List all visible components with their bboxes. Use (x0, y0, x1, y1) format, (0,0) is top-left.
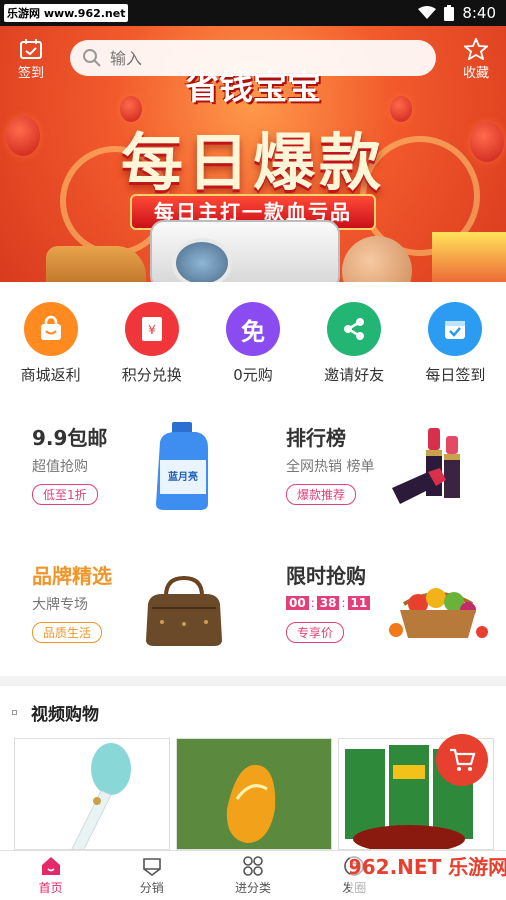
banner-headline: 每日爆款 (120, 126, 385, 199)
promo-tag: 专享价 (286, 622, 345, 643)
main-content: 商城返利 ¥ 积分兑换 免 0元购 邀请好友 每日签到 9.9包邮 超值抢购 低… (0, 282, 506, 676)
favorite-button[interactable]: 收藏 (456, 38, 496, 81)
promo-subtitle: 超值抢购 (32, 459, 88, 475)
top-bar: 签到 收藏 (0, 34, 506, 82)
home-icon (41, 857, 60, 875)
category-zero-yuan[interactable]: 免 0元购 (208, 302, 298, 385)
promo-title: 限时抢购 (286, 564, 366, 588)
watermark-text: 962.NET 乐游网 (350, 855, 506, 879)
svg-text:蓝月亮: 蓝月亮 (168, 470, 198, 483)
section-header: 视频购物 (12, 700, 99, 725)
tab-home[interactable]: 首页 (0, 851, 101, 900)
favorite-label: 收藏 (462, 66, 489, 81)
calendar-check-icon (428, 302, 483, 356)
calendar-icon (20, 39, 42, 59)
site-watermark: 962.NET 乐游网 (350, 852, 506, 896)
star-icon (464, 38, 488, 60)
washing-machine-product-image (150, 220, 340, 282)
checkin-label: 签到 (17, 66, 44, 81)
search-input[interactable] (110, 48, 170, 68)
category-label: 每日签到 (425, 366, 486, 384)
video-card[interactable] (14, 738, 170, 850)
tab-distribution[interactable]: 分销 (101, 851, 202, 900)
category-label: 商城返利 (20, 366, 81, 384)
video-card[interactable] (176, 738, 332, 850)
countdown-hours: 00 (286, 596, 309, 610)
category-label: 积分兑换 (121, 366, 182, 384)
gift-box-product-image (432, 232, 506, 282)
promo-title: 9.9包邮 (32, 426, 108, 450)
wifi-icon (418, 6, 437, 19)
bag-icon (23, 302, 78, 356)
category-row: 商城返利 ¥ 积分兑换 免 0元购 邀请好友 每日签到 (0, 302, 506, 385)
red-envelope-icon: ¥ (124, 302, 179, 356)
svg-text:¥: ¥ (148, 323, 156, 337)
status-bar-source-label: 乐游网 www.962.net (4, 4, 129, 22)
share-icon (327, 302, 382, 356)
search-bar[interactable] (70, 40, 436, 76)
silicone-spoon-image (71, 743, 131, 849)
cart-icon (450, 748, 476, 771)
section-divider (0, 676, 506, 686)
promo-tag: 低至1折 (32, 484, 98, 505)
category-invite-friends[interactable]: 邀请好友 (309, 302, 399, 385)
category-grid-icon (243, 856, 263, 876)
video-shopping-section: 视频购物 (0, 686, 506, 850)
tab-label: 进分类 (235, 881, 272, 895)
tab-category[interactable]: 进分类 (202, 851, 303, 900)
promo-subtitle: 全网热销 榜单 (286, 459, 375, 475)
category-daily-checkin[interactable]: 每日签到 (410, 302, 500, 385)
lipstick-image (392, 428, 460, 504)
search-icon (83, 49, 101, 67)
countdown-minutes: 38 (316, 596, 340, 610)
boot-product-image (46, 246, 146, 282)
tab-label: 首页 (38, 881, 63, 895)
category-points-exchange[interactable]: ¥ 积分兑换 (107, 302, 197, 385)
promo-tag: 爆款推荐 (286, 484, 357, 505)
battery-icon (444, 5, 455, 21)
status-bar-right: 8:40 (418, 4, 496, 22)
promo-title: 品牌精选 (32, 564, 112, 588)
status-bar-time: 8:40 (462, 4, 496, 22)
category-shop-rebate[interactable]: 商城返利 (6, 302, 96, 385)
category-label: 邀请好友 (324, 366, 385, 384)
checkin-button[interactable]: 签到 (11, 38, 51, 81)
status-bar: 乐游网 www.962.net 8:40 (0, 0, 506, 26)
promo-tag: 品质生活 (32, 622, 103, 643)
countdown-timer: 00: 38: 11 (286, 596, 371, 610)
detergent-bottle-image: 蓝月亮 (156, 422, 208, 510)
section-marker-icon (12, 710, 17, 715)
section-title: 视频购物 (31, 705, 99, 725)
shopping-cart-button[interactable] (436, 734, 488, 786)
promo-subtitle: 大牌专场 (32, 597, 88, 613)
category-label: 0元购 (233, 366, 273, 384)
tab-label: 分销 (139, 881, 164, 895)
handbag-image (146, 575, 222, 646)
sweet-potato-image (177, 739, 331, 849)
distribution-icon (142, 858, 161, 876)
promo-title: 排行榜 (286, 426, 346, 450)
free-icon: 免 (225, 302, 280, 356)
countdown-seconds: 11 (347, 596, 371, 610)
fruit-basket-image (389, 588, 488, 638)
